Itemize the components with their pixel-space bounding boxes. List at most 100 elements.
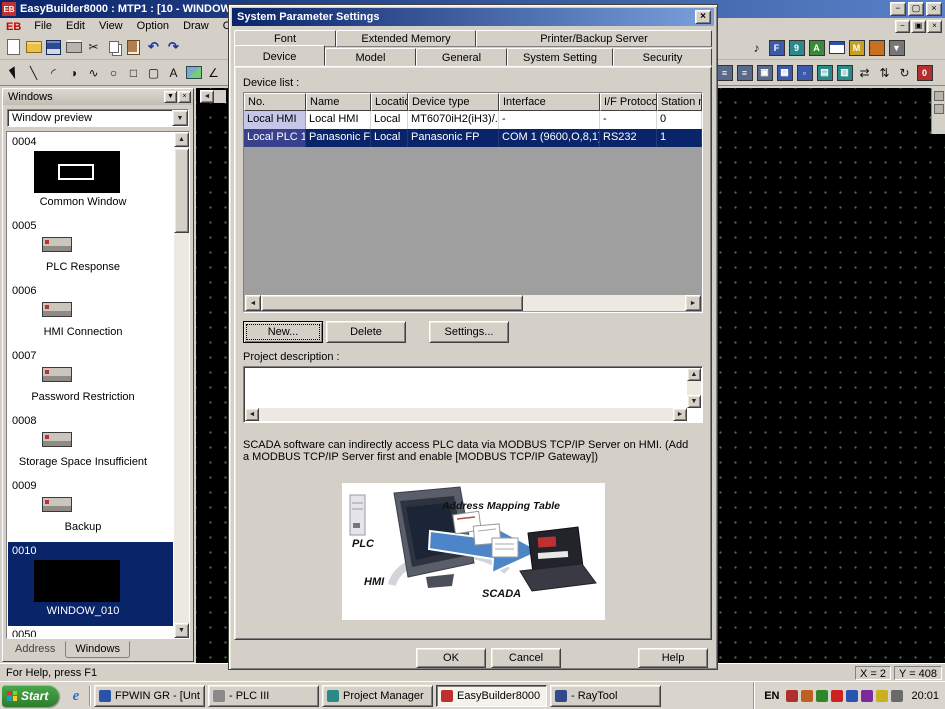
scroll-right-button[interactable]: ►	[685, 295, 701, 311]
window-list-scrollbar[interactable]: ▲ ▼	[174, 132, 189, 638]
window-list-item[interactable]: 0009 Backup	[8, 477, 173, 542]
redo-icon[interactable]: ↷	[164, 38, 183, 57]
flip-v-icon[interactable]: ⇅	[875, 63, 894, 82]
column-interface[interactable]: Interface	[499, 93, 600, 111]
tray-icon-8[interactable]	[891, 690, 903, 702]
pie-icon[interactable]: ◑	[64, 63, 83, 82]
rectangle-icon[interactable]: □	[124, 63, 143, 82]
ungroup-icon[interactable]: ▫	[795, 63, 814, 82]
menu-item[interactable]: File	[27, 18, 59, 35]
dialog-tab[interactable]: Device	[234, 45, 325, 66]
polyline-icon[interactable]: ∿	[84, 63, 103, 82]
cancel-button[interactable]: Cancel	[491, 648, 561, 668]
taskbar-task[interactable]: EasyBuilder8000 ...	[436, 685, 547, 707]
tray-icon-1[interactable]	[786, 690, 798, 702]
language-indicator[interactable]: EN	[764, 690, 779, 702]
close-button[interactable]: ×	[926, 2, 942, 16]
mdi-minimize-button[interactable]: −	[895, 20, 910, 33]
combo-dropdown-icon[interactable]: ▼	[172, 110, 188, 126]
numeric-object-icon[interactable]: 9	[787, 38, 806, 57]
ok-button[interactable]: OK	[416, 648, 486, 668]
dialog-tab[interactable]: General	[416, 48, 507, 66]
open-icon[interactable]	[24, 38, 43, 57]
copy-icon[interactable]	[104, 38, 123, 57]
scroll-track[interactable]	[174, 233, 189, 623]
scroll-track[interactable]	[523, 295, 685, 311]
start-button[interactable]: Start	[2, 685, 59, 707]
taskbar-task[interactable]: - PLC III	[208, 685, 319, 707]
menu-item[interactable]: Draw	[176, 18, 216, 35]
line-icon[interactable]: ╲	[24, 63, 43, 82]
tray-icon-7[interactable]	[876, 690, 888, 702]
window-thumbnail[interactable]	[42, 367, 72, 382]
window-list-item[interactable]: 0007 Password Restriction	[8, 347, 173, 412]
column-station[interactable]: Station n	[657, 93, 702, 111]
scroll-down-button[interactable]: ▼	[174, 623, 189, 638]
settings-button[interactable]: Settings...	[429, 321, 509, 343]
download-icon[interactable]: ▼	[887, 38, 906, 57]
tab-printer-backup-server[interactable]: Printer/Backup Server	[476, 30, 712, 47]
canvas-scroll-left-button[interactable]: ◄	[200, 90, 214, 103]
new-button[interactable]: New...	[243, 321, 323, 343]
mdi-restore-button[interactable]: ▣	[911, 20, 926, 33]
function-key-icon[interactable]: F	[767, 38, 786, 57]
arc-icon[interactable]: ◜	[44, 63, 63, 82]
minimize-button[interactable]: −	[890, 2, 906, 16]
rounded-rect-icon[interactable]: ▢	[144, 63, 163, 82]
device-row[interactable]: Local PLC 1 Panasonic FP Local Panasonic…	[244, 129, 702, 147]
column-name[interactable]: Name	[306, 93, 371, 111]
text-icon[interactable]: A	[164, 63, 183, 82]
column-device-type[interactable]: Device type	[408, 93, 499, 111]
column-location[interactable]: Location	[371, 93, 408, 111]
right-toolbar-icon[interactable]	[934, 91, 944, 101]
indirect-window-icon[interactable]	[827, 38, 846, 57]
select-icon[interactable]	[4, 63, 23, 82]
picture-icon[interactable]	[184, 63, 203, 82]
paste-icon[interactable]	[124, 38, 143, 57]
maximize-button[interactable]: ▢	[908, 2, 924, 16]
delete-button[interactable]: Delete	[326, 321, 406, 343]
column-protocol[interactable]: I/F Protocol	[600, 93, 657, 111]
dialog-tab[interactable]: Security	[613, 48, 712, 66]
tray-icon-4[interactable]	[831, 690, 843, 702]
rotate-icon[interactable]: ↻	[895, 63, 914, 82]
scroll-up-button[interactable]: ▲	[687, 368, 701, 381]
bring-front-icon[interactable]: ▤	[815, 63, 834, 82]
scroll-thumb[interactable]	[174, 148, 189, 233]
window-thumbnail[interactable]	[34, 151, 120, 193]
tray-icon-6[interactable]	[861, 690, 873, 702]
help-button[interactable]: Help	[638, 648, 708, 668]
ellipse-icon[interactable]: ○	[104, 63, 123, 82]
window-list-item[interactable]: 0050	[8, 626, 173, 637]
right-toolbar-icon[interactable]	[934, 104, 944, 114]
quick-launch-ie-icon[interactable]: e	[67, 687, 85, 705]
tray-icon-2[interactable]	[801, 690, 813, 702]
panel-tab[interactable]: Address	[5, 641, 65, 658]
menu-item[interactable]: Edit	[59, 18, 92, 35]
sound-object-icon[interactable]: ♪	[747, 38, 766, 57]
dialog-tab[interactable]: Model	[325, 48, 416, 66]
state0-icon[interactable]: 0	[915, 63, 934, 82]
panel-menu-icon[interactable]: ▼	[164, 91, 177, 103]
window-thumbnail[interactable]	[42, 432, 72, 447]
taskbar-task[interactable]: - RayTool	[550, 685, 661, 707]
taskbar-task[interactable]: FPWIN GR - [Untitl...	[94, 685, 205, 707]
window-list-item[interactable]: 0005 PLC Response	[8, 217, 173, 282]
panel-tab[interactable]: Windows	[65, 641, 130, 658]
window-thumbnail[interactable]	[42, 302, 72, 317]
ascii-object-icon[interactable]: A	[807, 38, 826, 57]
dialog-close-icon[interactable]: ×	[695, 10, 711, 24]
scroll-thumb[interactable]	[261, 295, 523, 311]
same-size-icon[interactable]: ▣	[755, 63, 774, 82]
tab-extended-memory[interactable]: Extended Memory	[336, 30, 476, 47]
device-table-hscrollbar[interactable]: ◄ ►	[245, 295, 701, 311]
tray-icon-5[interactable]	[846, 690, 858, 702]
window-list-item[interactable]: 0010 WINDOW_010	[8, 542, 173, 626]
cut-icon[interactable]: ✂	[84, 38, 103, 57]
project-description-input[interactable]	[247, 369, 684, 406]
column-no[interactable]: No.	[244, 93, 306, 111]
mdi-child-icon[interactable]: EB	[0, 21, 27, 33]
description-vscrollbar[interactable]: ▲ ▼	[687, 368, 701, 408]
compile-icon[interactable]	[867, 38, 886, 57]
flip-h-icon[interactable]: ⇄	[855, 63, 874, 82]
